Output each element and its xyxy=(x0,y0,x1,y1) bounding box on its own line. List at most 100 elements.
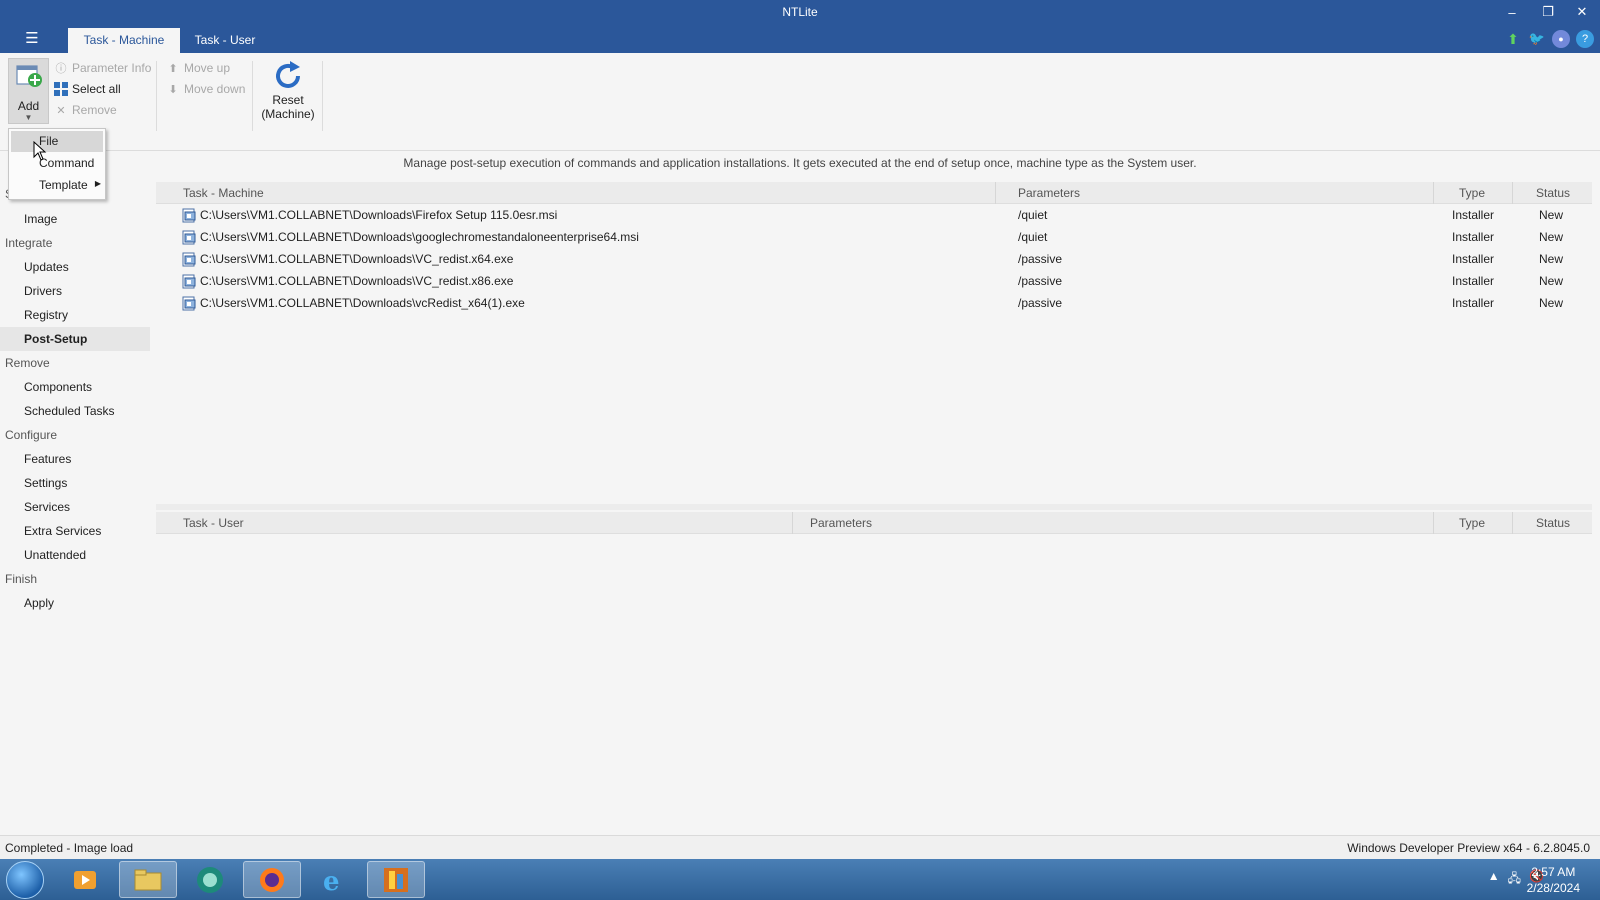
firefox-icon[interactable] xyxy=(243,861,301,898)
column-divider[interactable] xyxy=(1433,182,1434,204)
nav-item-features[interactable]: Features xyxy=(24,452,71,466)
submenu-arrow-icon: ▶ xyxy=(94,179,101,188)
move-down-button[interactable]: ⬇ Move down xyxy=(166,80,245,98)
add-dropdown-menu: File Command Template ▶ xyxy=(8,128,106,200)
select-all-button[interactable]: Select all xyxy=(54,80,121,98)
row-params: /quiet xyxy=(1018,230,1048,244)
installer-icon xyxy=(182,230,196,245)
clock[interactable]: 2:57 AM 2/28/2024 xyxy=(1527,864,1580,896)
add-icon xyxy=(16,65,42,87)
tray-expand-icon[interactable]: ▲ xyxy=(1488,869,1500,890)
table-row[interactable]: C:\Users\VM1.COLLABNET\Downloads\vcRedis… xyxy=(156,293,1592,315)
nav-item-unattended[interactable]: Unattended xyxy=(24,548,86,562)
menu-item-command[interactable]: Command xyxy=(11,153,103,174)
title-bar: NTLite – ❐ ✕ xyxy=(0,0,1600,26)
grid-splitter[interactable] xyxy=(156,504,1592,510)
media-player-icon[interactable] xyxy=(56,861,114,898)
nav-item-registry[interactable]: Registry xyxy=(24,308,68,322)
column-divider[interactable] xyxy=(1433,512,1434,534)
arrow-up-icon: ⬆ xyxy=(168,62,178,75)
column-divider[interactable] xyxy=(995,182,996,204)
column-header-task[interactable]: Task - Machine xyxy=(183,186,264,200)
column-header-status[interactable]: Status xyxy=(1536,186,1570,200)
move-up-label: Move up xyxy=(184,61,231,75)
left-nav: S Image Integrate Updates Drivers Regist… xyxy=(0,152,152,835)
info-icon: ⓘ xyxy=(55,63,67,75)
row-status: New xyxy=(1539,274,1564,288)
clock-time: 2:57 AM xyxy=(1531,865,1576,879)
nav-item-scheduled-tasks[interactable]: Scheduled Tasks xyxy=(24,404,115,418)
menu-item-command-label: Command xyxy=(39,156,95,170)
description-text: Manage post-setup execution of commands … xyxy=(403,156,1197,170)
remove-button[interactable]: ✕ Remove xyxy=(54,101,116,119)
start-button-icon[interactable] xyxy=(6,861,44,899)
add-label: Add xyxy=(17,99,40,113)
column-divider[interactable] xyxy=(792,512,793,534)
maximize-button[interactable]: ❐ xyxy=(1530,0,1566,24)
row-path: C:\Users\VM1.COLLABNET\Downloads\VC_redi… xyxy=(200,274,514,288)
nav-item-apply[interactable]: Apply xyxy=(24,596,54,610)
user-task-grid: Task - User Parameters Type Status xyxy=(156,512,1592,835)
row-path: C:\Users\VM1.COLLABNET\Downloads\vcRedis… xyxy=(200,296,525,310)
nav-item-components[interactable]: Components xyxy=(24,380,92,394)
row-type: Installer xyxy=(1452,252,1495,266)
column-header-task[interactable]: Task - User xyxy=(183,516,244,530)
internet-explorer-icon[interactable]: e xyxy=(305,861,363,898)
column-header-type[interactable]: Type xyxy=(1459,186,1485,200)
column-header-type[interactable]: Type xyxy=(1459,516,1485,530)
remove-x-icon: ✕ xyxy=(56,104,66,117)
table-row[interactable]: C:\Users\VM1.COLLABNET\Downloads\googlec… xyxy=(156,227,1592,249)
row-type: Installer xyxy=(1452,296,1495,310)
help-icon[interactable]: ? xyxy=(1576,30,1594,48)
ntlite-taskbar-icon[interactable] xyxy=(367,861,425,898)
top-right-icons: ⬆ 🐦 ● ? xyxy=(1504,30,1594,48)
nav-item-updates[interactable]: Updates xyxy=(24,260,69,274)
ribbon-separator xyxy=(322,61,323,131)
column-header-status[interactable]: Status xyxy=(1536,516,1570,530)
close-button[interactable]: ✕ xyxy=(1564,0,1600,24)
column-divider[interactable] xyxy=(1512,512,1513,534)
mouse-cursor-icon xyxy=(33,141,47,161)
select-all-label: Select all xyxy=(72,82,121,96)
row-type: Installer xyxy=(1452,274,1495,288)
installer-icon xyxy=(182,274,196,289)
hamburger-menu-icon[interactable]: ☰ xyxy=(22,30,42,48)
update-arrow-icon[interactable]: ⬆ xyxy=(1504,30,1522,48)
reset-sublabel: (Machine) xyxy=(261,107,315,121)
app-orb-icon[interactable] xyxy=(181,861,239,898)
menu-item-template[interactable]: Template ▶ xyxy=(11,175,103,196)
move-up-button[interactable]: ⬆ Move up xyxy=(166,59,230,77)
add-button[interactable]: Add ▼ xyxy=(8,58,49,124)
tab-task-user[interactable]: Task - User xyxy=(181,28,269,53)
nav-item-services[interactable]: Services xyxy=(24,500,70,514)
table-row[interactable]: C:\Users\VM1.COLLABNET\Downloads\VC_redi… xyxy=(156,249,1592,271)
table-row[interactable]: C:\Users\VM1.COLLABNET\Downloads\Firefox… xyxy=(156,205,1592,227)
twitter-icon[interactable]: 🐦 xyxy=(1528,30,1546,48)
reset-machine-button[interactable]: Reset (Machine) xyxy=(256,59,320,129)
refresh-icon xyxy=(276,61,300,88)
discord-icon[interactable]: ● xyxy=(1552,30,1570,48)
nav-item-image[interactable]: Image xyxy=(24,212,57,226)
menu-item-file[interactable]: File xyxy=(11,131,103,152)
nav-item-post-setup[interactable]: Post-Setup xyxy=(24,332,87,346)
tab-task-machine[interactable]: Task - Machine xyxy=(68,28,180,53)
move-down-label: Move down xyxy=(184,82,246,96)
nav-item-extra-services[interactable]: Extra Services xyxy=(24,524,101,538)
status-bar: Completed - Image load Windows Developer… xyxy=(0,835,1600,859)
row-status: New xyxy=(1539,208,1564,222)
file-explorer-icon[interactable] xyxy=(119,861,177,898)
minimize-button[interactable]: – xyxy=(1494,0,1530,24)
column-divider[interactable] xyxy=(1512,182,1513,204)
nav-header-remove: Remove xyxy=(5,356,50,370)
ribbon-separator xyxy=(156,61,157,131)
nav-header-integrate: Integrate xyxy=(5,236,53,250)
table-row[interactable]: C:\Users\VM1.COLLABNET\Downloads\VC_redi… xyxy=(156,271,1592,293)
row-type: Installer xyxy=(1452,230,1495,244)
nav-item-settings[interactable]: Settings xyxy=(24,476,67,490)
column-header-parameters[interactable]: Parameters xyxy=(1018,186,1080,200)
column-header-parameters[interactable]: Parameters xyxy=(810,516,872,530)
network-icon[interactable]: 🖧 xyxy=(1508,869,1521,890)
nav-item-drivers[interactable]: Drivers xyxy=(24,284,62,298)
ribbon-toolbar: Add ▼ ⓘ Parameter Info Select all ✕ Remo… xyxy=(0,53,1600,151)
parameter-info-button[interactable]: ⓘ Parameter Info xyxy=(54,59,152,77)
